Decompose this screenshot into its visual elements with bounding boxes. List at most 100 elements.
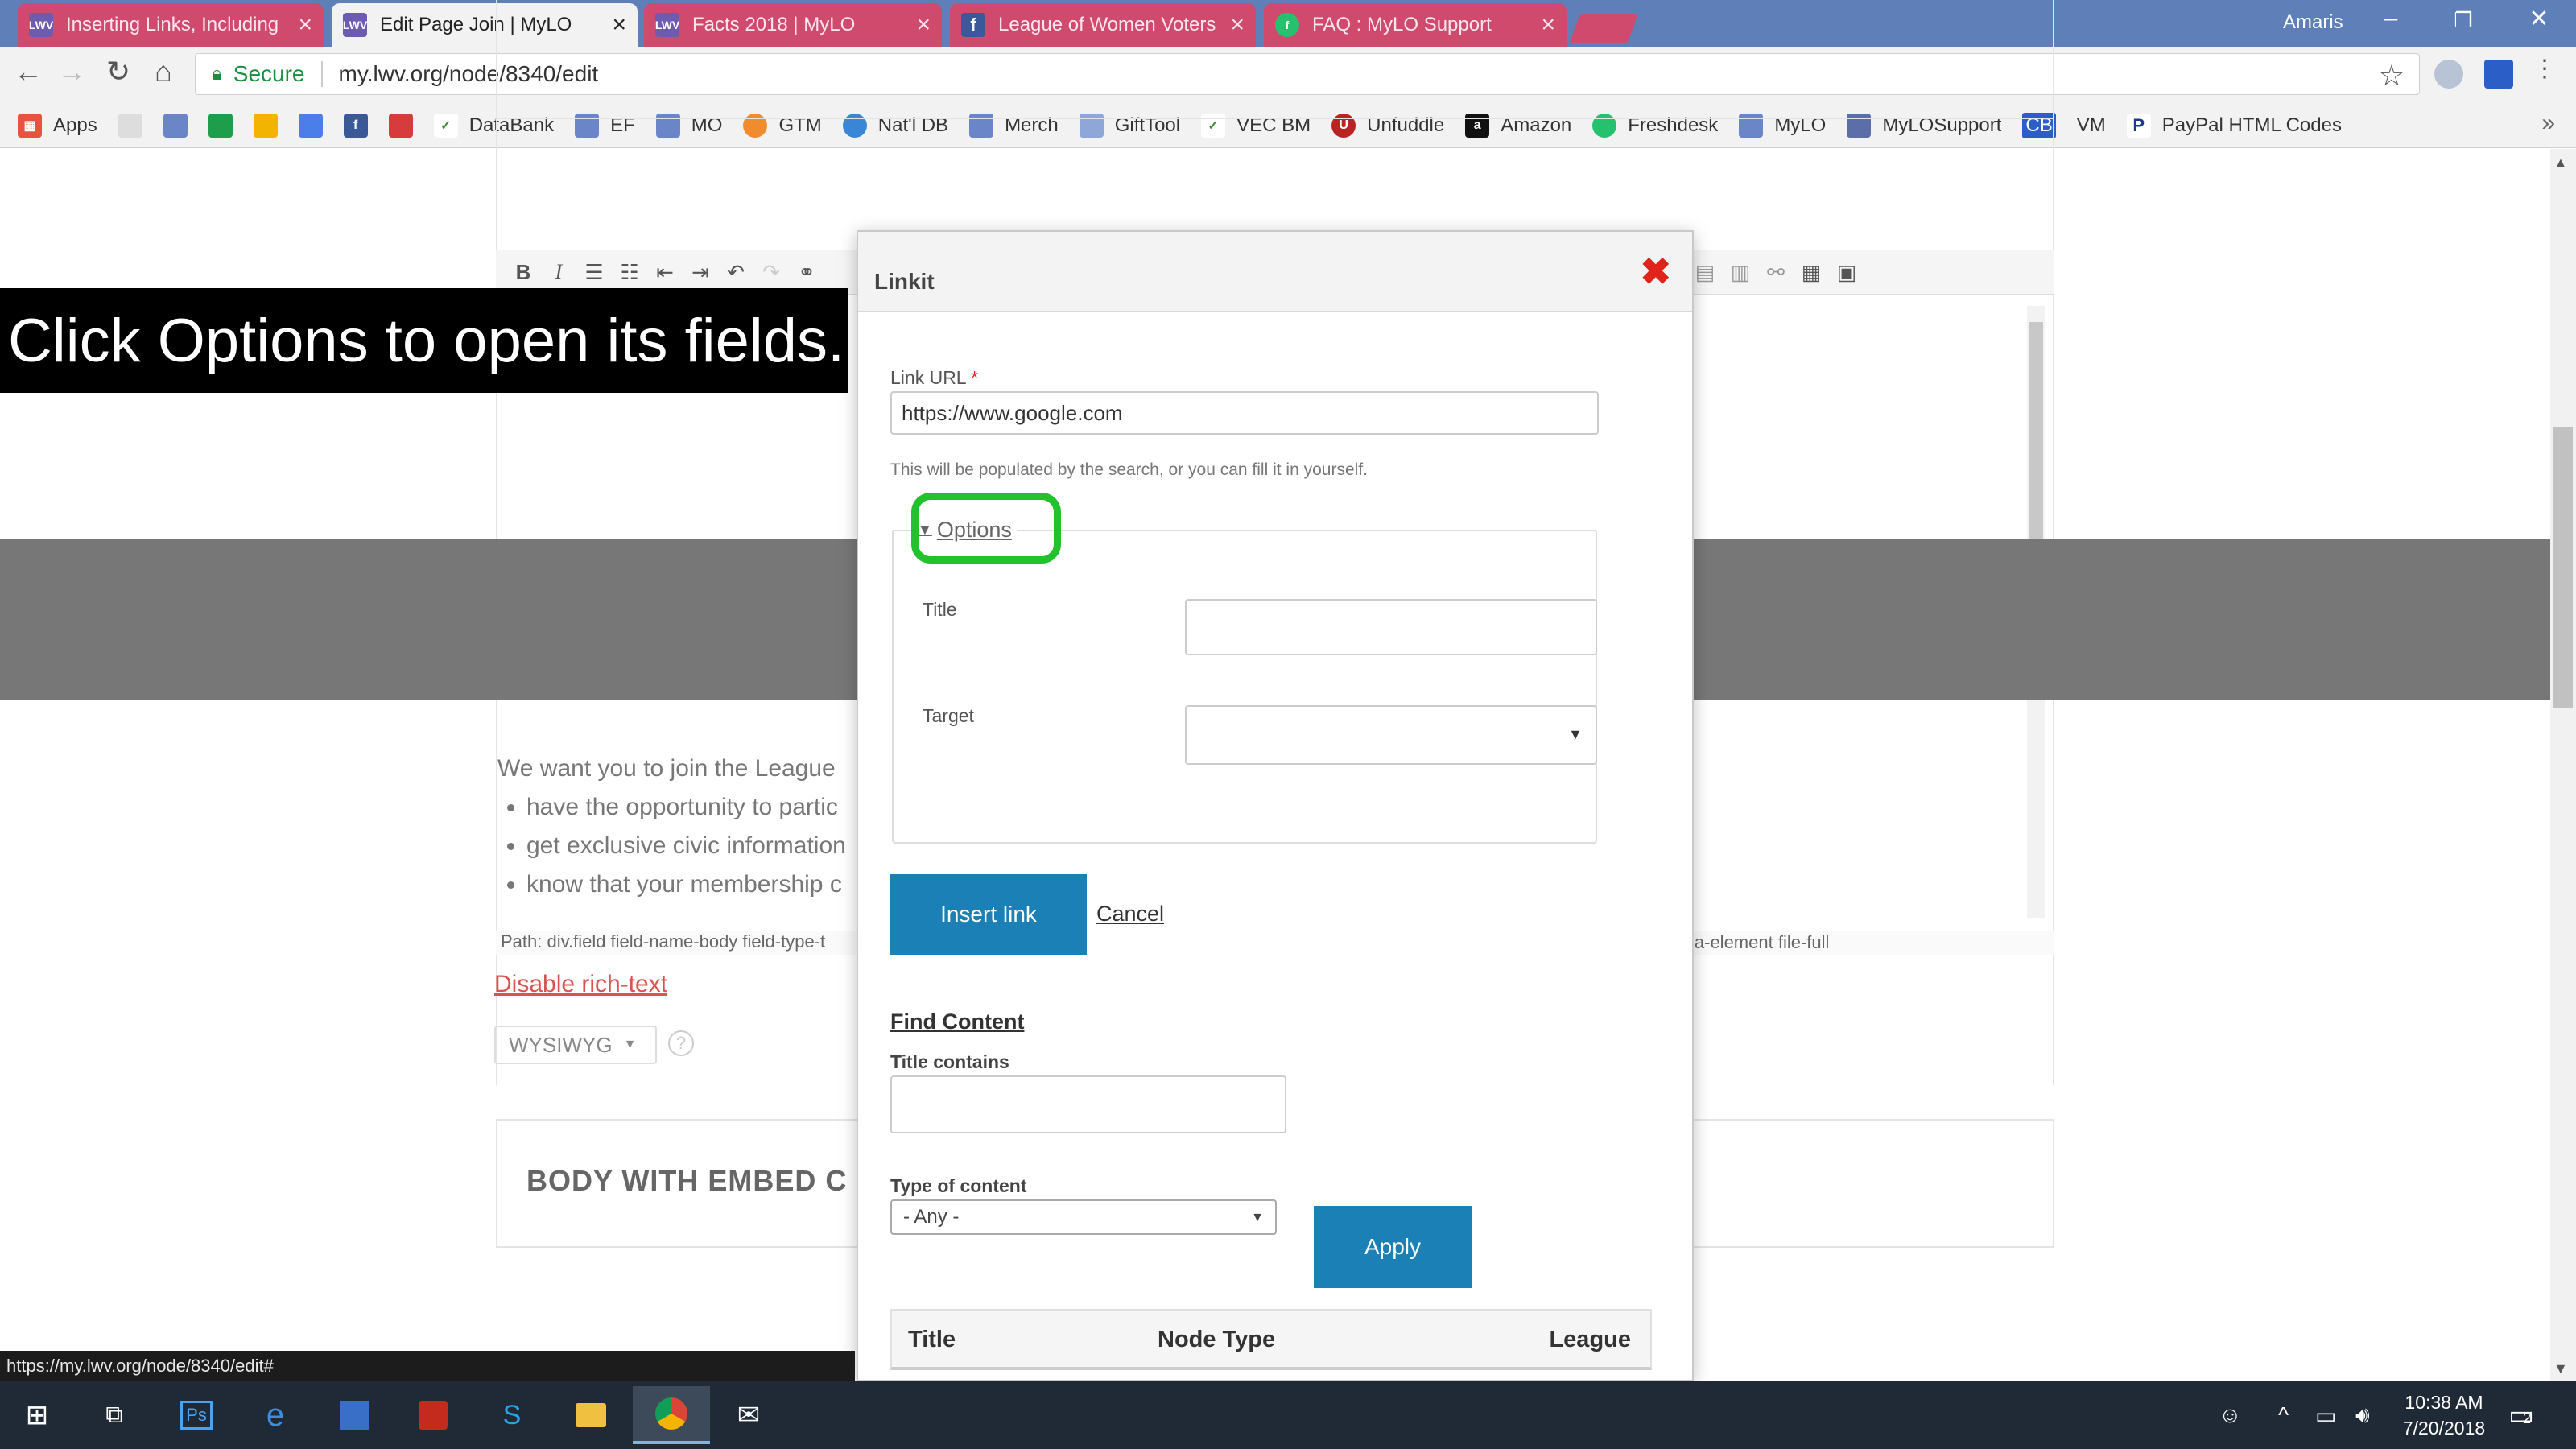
bookmark-icon-only[interactable] [298,113,323,138]
mail-icon[interactable]: ✉ [724,1391,773,1439]
media-icon[interactable]: ▦ [1794,260,1829,285]
bookmark-apps[interactable]: ▦ Apps [18,113,97,138]
scroll-down-icon[interactable]: ▼ [2553,1360,2568,1377]
table-row-icon[interactable]: ▥ [1723,260,1758,285]
drive-icon [253,113,278,138]
previous-field-box [496,0,2054,119]
close-icon[interactable]: × [298,11,312,39]
people-icon[interactable]: ☺ [2219,1402,2242,1428]
edge-icon[interactable]: e [251,1391,299,1439]
browser-tab[interactable]: LWV Inserting Links, Including × [18,3,324,47]
options-highlight-ring [911,493,1061,564]
windows-start-icon[interactable]: ⊞ [13,1391,61,1439]
lwv-icon: LWV [343,13,367,37]
reload-icon[interactable]: ↻ [98,55,138,89]
skype-icon[interactable]: S [488,1391,536,1439]
volume-icon[interactable]: 🔊︎ [2355,1402,2370,1429]
secure-label: Secure [233,61,305,86]
disable-rich-text-link[interactable]: Disable rich-text [494,971,667,998]
column-header-league[interactable]: League [1549,1327,1631,1353]
task-view-icon[interactable]: ⧉ [90,1391,138,1439]
bookmark-icon-only[interactable] [163,113,188,138]
lwv-icon: LWV [29,13,53,37]
indent-icon[interactable]: ⇥ [683,260,718,285]
apps-grid-icon: ▦ [18,113,42,138]
facebook-icon: f [343,113,368,138]
bookmark-star-icon[interactable]: ☆ [2379,59,2405,93]
profile-name[interactable]: Amaris [2283,11,2343,34]
more-bookmarks-icon[interactable]: » [2541,109,2555,137]
bookmark-icon-only[interactable] [388,113,413,138]
italic-icon[interactable]: I [541,260,576,284]
linkit-icon[interactable]: ⚯ [1758,260,1794,285]
title-input[interactable] [1185,599,1597,655]
bold-icon[interactable]: B [506,260,541,285]
bookmark-icon-only[interactable] [118,113,142,138]
back-icon[interactable]: ← [8,55,48,89]
outdent-icon[interactable]: ⇤ [647,260,683,285]
network-icon[interactable]: ▭ [2315,1402,2336,1429]
bookmark-icon-only[interactable]: f [343,113,368,138]
lock-icon: 🔒︎ [212,63,222,85]
help-icon[interactable]: ? [668,1030,694,1056]
clock-time: 10:38 AM [2405,1392,2483,1413]
numbered-list-icon[interactable]: ☷ [612,260,647,285]
bookmark-icon-only[interactable] [253,113,278,138]
restore-icon[interactable]: ❐ [2439,8,2487,33]
minimize-icon[interactable]: – [2367,5,2415,32]
windows-taskbar: ⊞ ⧉ Ps e S ✉ ☺ ^ ▭ 🔊︎ 10:38 AM 7/20/2018… [0,1381,2576,1449]
page-icon [118,113,142,138]
linkit-dialog: Linkit ✖ Link URL * This will be populat… [857,230,1694,1381]
apply-button[interactable]: Apply [1314,1206,1472,1288]
options-fieldset [892,530,1597,844]
app-icon[interactable] [330,1391,378,1439]
photoshop-icon[interactable]: Ps [172,1391,221,1439]
window-close-icon[interactable]: ✕ [2515,5,2563,33]
link-url-input[interactable] [890,391,1599,435]
file-explorer-icon[interactable] [567,1391,615,1439]
image-icon[interactable]: ▣ [1829,260,1864,285]
element-path-right: ia-element file-full [1690,932,1830,952]
rich-text-toolbar-right: ▤ ▥ ⚯ ▦ ▣ [1687,250,1864,295]
column-header-title[interactable]: Title [908,1327,956,1353]
tutorial-caption: Click Options to open its fields. [0,288,848,393]
page-scrollbar[interactable] [2550,149,2576,1381]
home-icon[interactable]: ⌂ [143,55,184,89]
system-clock[interactable]: 10:38 AM 7/20/2018 [2396,1389,2492,1441]
page-scrollbar-thumb[interactable] [2553,427,2573,708]
paypal-icon: P [2126,113,2151,138]
bookmark-vm[interactable]: VM [2077,114,2106,137]
extension-icon[interactable] [2434,60,2463,89]
redo-icon[interactable]: ↷ [753,260,789,285]
acrobat-icon[interactable] [409,1391,457,1439]
menu-icon[interactable]: ⋮ [2524,55,2565,83]
type-of-content-select[interactable]: - Any - ▼ [890,1199,1277,1235]
forward-icon[interactable]: → [52,55,92,89]
divider [320,61,323,87]
text-format-select[interactable]: WYSIWYG ▼ [494,1026,657,1064]
chrome-icon[interactable] [633,1386,710,1444]
link-status-bubble: https://my.lwv.org/node/8340/edit# [0,1351,855,1381]
title-contains-input[interactable] [890,1075,1286,1133]
find-content-heading[interactable]: Find Content [890,1009,1024,1034]
text-format-value: WYSIWYG [509,1032,613,1057]
insert-link-button[interactable]: Insert link [890,874,1087,955]
list-item: get exclusive civic information [526,832,846,860]
undo-icon[interactable]: ↶ [718,260,753,285]
bulleted-list-icon[interactable]: ☰ [576,260,612,285]
scroll-up-icon[interactable]: ▲ [2553,155,2568,171]
body-bullet-list: have the opportunity to partic get exclu… [515,794,846,910]
link-icon[interactable]: ⚭ [789,260,824,285]
target-select[interactable]: ▼ [1185,705,1597,765]
chevron-up-icon[interactable]: ^ [2278,1402,2289,1428]
bookmark-icon-only[interactable] [208,113,233,138]
results-table-header: Title Node Type League [890,1309,1652,1370]
close-icon[interactable]: ✖ [1640,250,1671,293]
bookmark-paypal[interactable]: P PayPal HTML Codes [2126,113,2342,138]
bookmark-extension-icon[interactable] [2484,60,2513,89]
red-app-icon [388,113,413,138]
column-header-node-type[interactable]: Node Type [1158,1327,1275,1353]
tab-label: Inserting Links, Including [66,14,279,35]
cancel-link[interactable]: Cancel [1096,902,1164,927]
list-item: know that your membership c [526,871,846,898]
